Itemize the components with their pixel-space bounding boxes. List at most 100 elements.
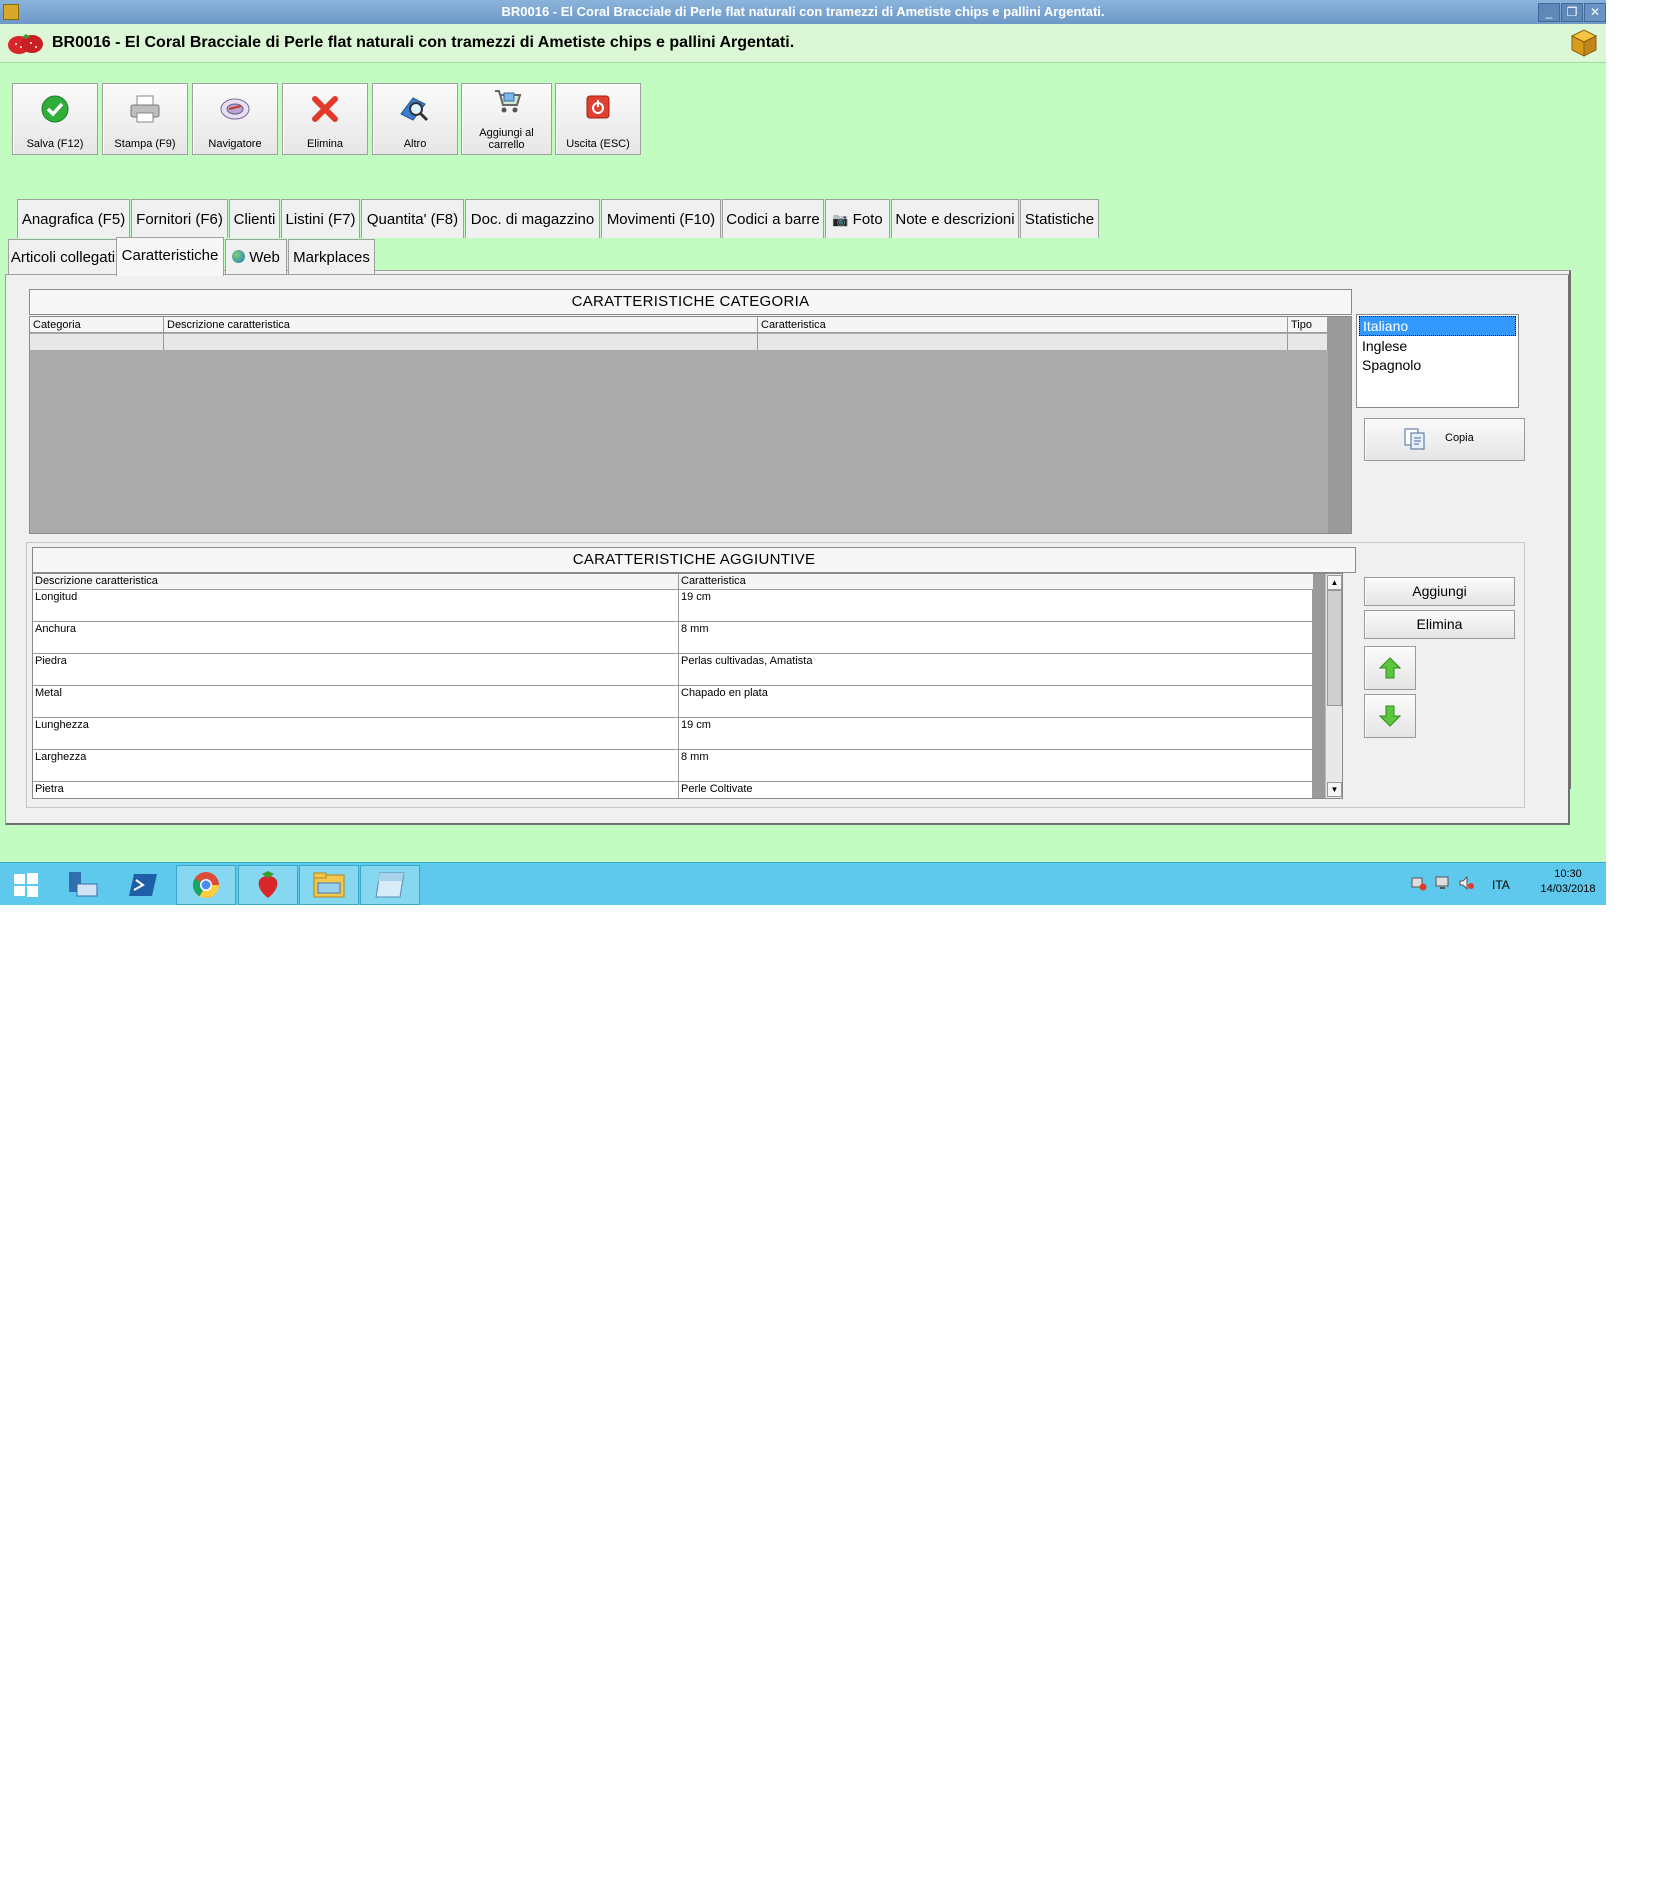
table-row[interactable]: Anchura 8 mm bbox=[33, 621, 1313, 654]
tab-movimenti[interactable]: Movimenti (F10) bbox=[601, 199, 721, 238]
cell-caratteristica[interactable]: 19 cm bbox=[679, 589, 1313, 621]
aggiuntive-grid-header: Descrizione caratteristica Caratteristic… bbox=[33, 574, 1313, 590]
tab-web-label: Web bbox=[249, 249, 280, 266]
cell-descrizione[interactable]: Piedra bbox=[33, 653, 679, 685]
cell-descrizione[interactable]: Anchura bbox=[33, 621, 679, 653]
cart-icon bbox=[494, 90, 521, 113]
tray-language[interactable]: ITA bbox=[1492, 878, 1510, 892]
close-button[interactable]: ✕ bbox=[1584, 3, 1606, 22]
tab-markplaces[interactable]: Markplaces bbox=[288, 239, 375, 276]
tab-web[interactable]: Web bbox=[225, 239, 287, 276]
cell-caratteristica[interactable]: Perlas cultivadas, Amatista bbox=[679, 653, 1313, 685]
copy-button-label: Copia bbox=[1445, 432, 1474, 444]
print-button[interactable]: Stampa (F9) bbox=[102, 83, 188, 155]
add-characteristic-button[interactable]: Aggiungi bbox=[1364, 577, 1515, 606]
column-header-descrizione[interactable]: Descrizione caratteristica bbox=[33, 574, 679, 589]
grid-cell[interactable] bbox=[1288, 334, 1328, 350]
table-row[interactable]: Lunghezza 19 cm bbox=[33, 717, 1313, 750]
start-button[interactable] bbox=[0, 865, 52, 905]
arrow-up-icon bbox=[1379, 657, 1401, 679]
package-icon bbox=[1570, 29, 1598, 57]
tab-foto[interactable]: 📷 Foto bbox=[825, 199, 890, 238]
scroll-up-arrow-icon[interactable]: ▲ bbox=[1327, 575, 1342, 590]
delete-button-label: Elimina bbox=[306, 138, 344, 150]
tab-codici-barre[interactable]: Codici a barre bbox=[722, 199, 824, 238]
add-to-cart-button-label: Aggiungi al carrello bbox=[479, 127, 534, 151]
table-row[interactable]: Piedra Perlas cultivadas, Amatista bbox=[33, 653, 1313, 686]
column-header-caratteristica[interactable]: Caratteristica bbox=[758, 317, 1288, 333]
taskbar-chrome[interactable] bbox=[176, 865, 236, 905]
speaker-muted-icon bbox=[1459, 875, 1474, 891]
tab-doc-magazzino[interactable]: Doc. di magazzino bbox=[465, 199, 600, 238]
scroll-down-arrow-icon[interactable]: ▼ bbox=[1327, 782, 1342, 797]
powershell-icon bbox=[129, 874, 157, 896]
grid-scroll-gap bbox=[1313, 574, 1325, 798]
cell-caratteristica[interactable]: 19 cm bbox=[679, 717, 1313, 749]
taskbar-server-manager[interactable] bbox=[54, 865, 114, 905]
vertical-scrollbar[interactable]: ▲ ▼ bbox=[1325, 574, 1342, 798]
cell-caratteristica[interactable]: 8 mm bbox=[679, 749, 1313, 781]
column-header-descrizione[interactable]: Descrizione caratteristica bbox=[164, 317, 758, 333]
tray-display-icon[interactable] bbox=[1435, 875, 1451, 894]
restore-button[interactable]: ❐ bbox=[1561, 3, 1583, 22]
move-down-button[interactable] bbox=[1364, 694, 1416, 738]
window-title: BR0016 - El Coral Bracciale di Perle fla… bbox=[501, 4, 1105, 19]
exit-button-label: Uscita (ESC) bbox=[566, 138, 630, 150]
more-button[interactable]: Altro bbox=[372, 83, 458, 155]
tab-anagrafica[interactable]: Anagrafica (F5) bbox=[17, 199, 130, 238]
delete-button[interactable]: Elimina bbox=[282, 83, 368, 155]
cell-caratteristica[interactable]: Chapado en plata bbox=[679, 685, 1313, 717]
add-to-cart-button[interactable]: Aggiungi al carrello bbox=[461, 83, 552, 155]
cell-descrizione[interactable]: Pietra bbox=[33, 781, 679, 798]
tab-caratteristiche[interactable]: Caratteristiche bbox=[116, 237, 224, 276]
save-button[interactable]: Salva (F12) bbox=[12, 83, 98, 155]
grid-cell[interactable] bbox=[758, 334, 1288, 350]
language-list[interactable]: Italiano Inglese Spagnolo bbox=[1356, 314, 1519, 408]
categoria-section-title: CARATTERISTICHE CATEGORIA bbox=[29, 289, 1352, 315]
column-header-tipo[interactable]: Tipo bbox=[1288, 317, 1328, 333]
taskbar-app-notebook[interactable] bbox=[360, 865, 420, 905]
tab-note-descrizioni[interactable]: Note e descrizioni bbox=[891, 199, 1019, 238]
column-header-categoria[interactable]: Categoria bbox=[30, 317, 164, 333]
tab-fornitori[interactable]: Fornitori (F6) bbox=[131, 199, 228, 238]
grid-cell[interactable] bbox=[164, 334, 758, 350]
table-row[interactable]: Pietra Perle Coltivate bbox=[33, 781, 1313, 798]
scroll-thumb[interactable] bbox=[1327, 590, 1342, 706]
categoria-grid[interactable]: Categoria Descrizione caratteristica Car… bbox=[29, 316, 1352, 534]
copy-button[interactable]: Copia bbox=[1364, 418, 1525, 461]
cell-caratteristica[interactable]: Perle Coltivate bbox=[679, 781, 1313, 798]
cell-descrizione[interactable]: Longitud bbox=[33, 589, 679, 621]
navigator-button[interactable]: Navigatore bbox=[192, 83, 278, 155]
table-row[interactable]: Longitud 19 cm bbox=[33, 589, 1313, 622]
minimize-button[interactable]: _ bbox=[1538, 3, 1560, 22]
taskbar-file-explorer[interactable] bbox=[299, 865, 359, 905]
tab-foto-label: Foto bbox=[852, 211, 883, 228]
table-row[interactable]: Metal Chapado en plata bbox=[33, 685, 1313, 718]
camera-icon: 📷 bbox=[832, 212, 849, 227]
cell-caratteristica[interactable]: 8 mm bbox=[679, 621, 1313, 653]
language-option[interactable]: Inglese bbox=[1359, 337, 1516, 355]
column-header-caratteristica[interactable]: Caratteristica bbox=[679, 574, 1313, 589]
tray-clock[interactable]: 10:30 14/03/2018 bbox=[1534, 867, 1602, 897]
aggiuntive-grid[interactable]: Descrizione caratteristica Caratteristic… bbox=[32, 573, 1343, 799]
table-row[interactable]: Larghezza 8 mm bbox=[33, 749, 1313, 782]
cell-descrizione[interactable]: Lunghezza bbox=[33, 717, 679, 749]
delete-characteristic-button[interactable]: Elimina bbox=[1364, 610, 1515, 639]
exit-button[interactable]: Uscita (ESC) bbox=[555, 83, 641, 155]
cell-descrizione[interactable]: Larghezza bbox=[33, 749, 679, 781]
move-up-button[interactable] bbox=[1364, 646, 1416, 690]
taskbar-app-strawberry[interactable] bbox=[238, 865, 298, 905]
title-bar: BR0016 - El Coral Bracciale di Perle fla… bbox=[0, 0, 1606, 24]
tab-clienti[interactable]: Clienti bbox=[229, 199, 280, 238]
tray-network-icon[interactable] bbox=[1411, 875, 1427, 894]
tab-articoli-collegati[interactable]: Articoli collegati bbox=[8, 239, 118, 276]
tray-volume-icon[interactable] bbox=[1459, 875, 1475, 894]
tab-quantita[interactable]: Quantita' (F8) bbox=[361, 199, 464, 238]
tab-statistiche[interactable]: Statistiche bbox=[1020, 199, 1099, 238]
taskbar-powershell[interactable] bbox=[115, 865, 175, 905]
language-option[interactable]: Italiano bbox=[1359, 316, 1516, 336]
language-option[interactable]: Spagnolo bbox=[1359, 356, 1516, 374]
tab-listini[interactable]: Listini (F7) bbox=[281, 199, 360, 238]
cell-descrizione[interactable]: Metal bbox=[33, 685, 679, 717]
grid-cell[interactable] bbox=[30, 334, 164, 350]
